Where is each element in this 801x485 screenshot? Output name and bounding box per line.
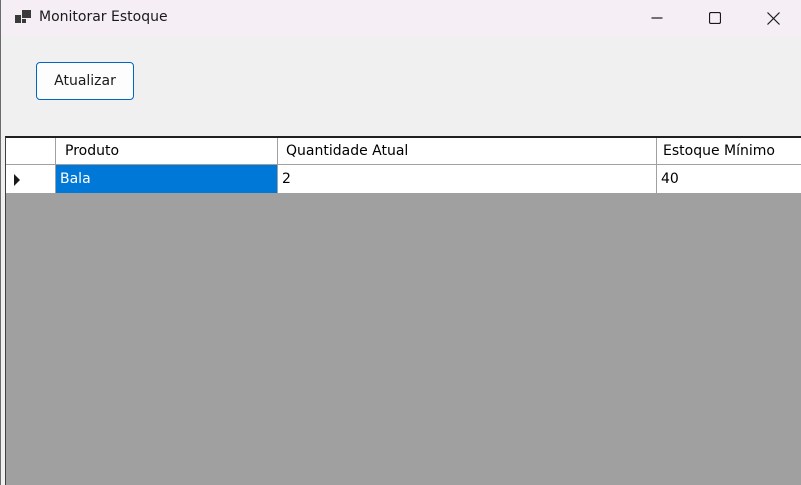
grid-header-row: Produto Quantidade Atual Estoque Mínimo bbox=[6, 138, 801, 165]
maximize-icon bbox=[709, 12, 721, 24]
cell-estoque-minimo[interactable]: 40 bbox=[657, 165, 801, 193]
cell-quantidade-atual[interactable]: 2 bbox=[278, 165, 657, 193]
close-button[interactable] bbox=[744, 0, 801, 36]
app-icon bbox=[15, 10, 31, 24]
column-header-produto[interactable]: Produto bbox=[56, 138, 278, 164]
minimize-icon bbox=[651, 17, 663, 19]
row-header[interactable] bbox=[6, 165, 56, 193]
stock-data-grid[interactable]: Produto Quantidade Atual Estoque Mínimo … bbox=[5, 136, 801, 485]
window-title: Monitorar Estoque bbox=[39, 9, 168, 25]
minimize-button[interactable] bbox=[628, 0, 686, 36]
maximize-button[interactable] bbox=[686, 0, 744, 36]
client-area: Atualizar Produto Quantidade Atual Estoq… bbox=[1, 36, 801, 485]
column-header-quantidade-atual[interactable]: Quantidade Atual bbox=[278, 138, 657, 164]
grid-corner-header[interactable] bbox=[6, 138, 56, 164]
column-header-estoque-minimo[interactable]: Estoque Mínimo bbox=[657, 138, 801, 164]
app-window: Monitorar Estoque Atualizar Produto Quan bbox=[0, 0, 801, 485]
close-icon bbox=[766, 11, 780, 25]
table-row[interactable]: Bala 2 40 bbox=[6, 165, 801, 194]
title-bar[interactable]: Monitorar Estoque bbox=[1, 0, 801, 36]
refresh-button[interactable]: Atualizar bbox=[36, 62, 134, 100]
cell-produto[interactable]: Bala bbox=[56, 165, 278, 193]
current-row-indicator-icon bbox=[14, 174, 20, 186]
